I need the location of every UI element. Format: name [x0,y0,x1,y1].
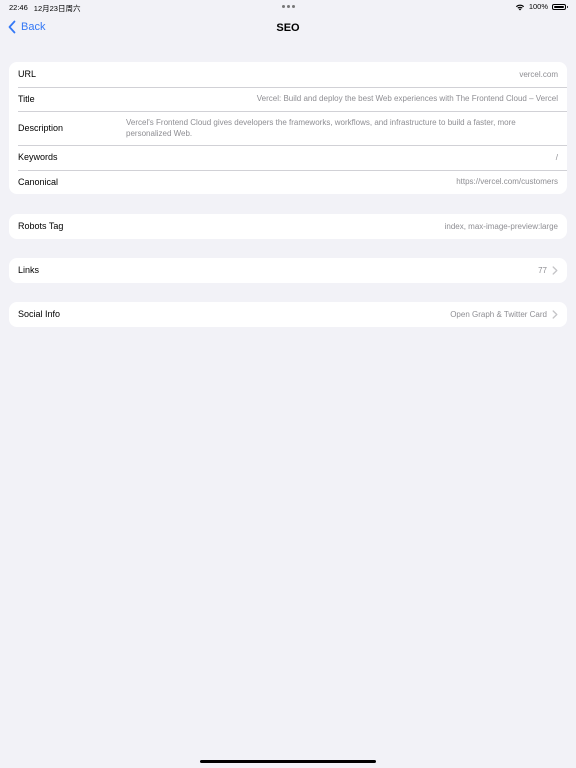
keywords-value: / [555,152,558,162]
canonical-row[interactable]: Canonical https://vercel.com/customers [9,169,567,195]
home-indicator[interactable] [200,760,376,763]
social-info-label: Social Info [18,309,61,320]
status-date: 12月23日周六 [33,4,81,13]
battery-percentage: 100% [528,2,548,11]
robots-group: Robots Tag index, max-image-preview:larg… [9,214,567,239]
description-label: Description [18,123,64,133]
title-value: Vercel: Build and deploy the best Web ex… [256,94,558,104]
robots-tag-row[interactable]: Robots Tag index, max-image-preview:larg… [9,214,567,239]
chevron-right-icon [552,310,558,319]
robots-tag-label: Robots Tag [18,221,64,232]
battery-icon [552,3,568,10]
navigation-bar: Back SEO [0,14,576,44]
canonical-value: https://vercel.com/customers [456,177,558,187]
status-right: 100% [515,2,568,11]
multitasking-dots-icon[interactable] [282,5,295,8]
status-time: 22:46 [9,3,28,12]
canonical-label: Canonical [18,176,59,187]
meta-group: URL vercel.com Title Vercel: Build and d… [9,62,567,194]
keywords-label: Keywords [18,152,58,163]
social-info-row[interactable]: Social Info Open Graph & Twitter Card [9,302,567,327]
status-bar: 22:46 12月23日周六 100% [0,0,576,14]
links-row[interactable]: Links 77 [9,258,567,283]
url-row[interactable]: URL vercel.com [9,62,567,87]
description-value: Vercel's Frontend Cloud gives developers… [126,118,516,138]
keywords-row[interactable]: Keywords / [9,145,567,170]
title-row[interactable]: Title Vercel: Build and deploy the best … [9,86,567,112]
title-label: Title [18,93,35,104]
robots-tag-value: index, max-image-preview:large [444,221,558,231]
social-info-value: Open Graph & Twitter Card [450,309,547,319]
wifi-icon [515,4,524,10]
links-group: Links 77 [9,258,567,283]
description-row[interactable]: Description Vercel's Frontend Cloud give… [9,111,567,145]
status-left: 22:46 12月23日周六 [9,3,80,14]
social-group: Social Info Open Graph & Twitter Card [9,302,567,327]
url-label: URL [18,69,37,80]
links-count: 77 [538,265,547,275]
url-value: vercel.com [519,69,558,79]
links-label: Links [18,265,40,276]
chevron-right-icon [552,266,558,275]
page-title: SEO [276,22,300,34]
